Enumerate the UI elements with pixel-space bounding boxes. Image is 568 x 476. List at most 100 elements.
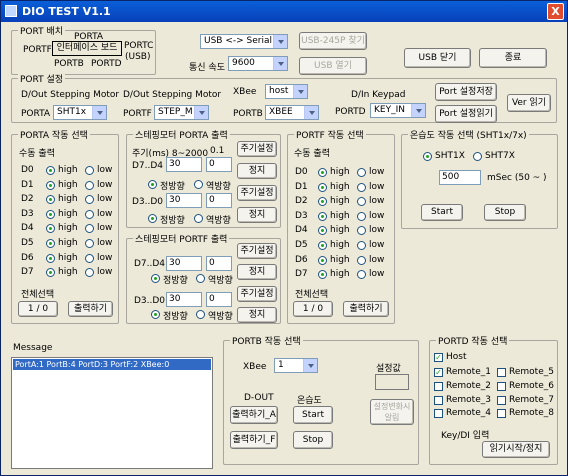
alert-on-change-button[interactable]: 설정변화시 알림 <box>370 399 414 425</box>
portf-output-button[interactable]: 출력하기 <box>343 301 389 317</box>
step-a-r2-stop-button[interactable]: 정지 <box>237 207 277 223</box>
message-list[interactable]: PortA:1 PortB:4 PortD:3 PortF:2 XBee:0 <box>11 357 213 469</box>
port-save-button[interactable]: Port 설정저장 <box>435 83 497 101</box>
portf-d4-high-radio[interactable] <box>318 226 327 235</box>
portf-d5-high-radio[interactable] <box>318 241 327 250</box>
porta-d0-low-radio[interactable] <box>85 166 94 175</box>
step-f-r1-period-input[interactable]: 30 <box>166 256 202 271</box>
step-a-r1-stop-button[interactable]: 정지 <box>237 163 277 179</box>
portb-dout-label: D-OUT <box>244 393 274 403</box>
portb-start-button[interactable]: Start <box>293 406 333 424</box>
comm-mode-select[interactable]: USB <-> Serial <box>200 34 288 49</box>
remote-7-checkbox[interactable] <box>497 396 506 405</box>
version-read-button[interactable]: Ver 읽기 <box>507 94 551 112</box>
porta-d4-high-radio[interactable] <box>46 224 55 233</box>
step-f-r2-reverse-radio[interactable] <box>196 310 205 319</box>
portf-d3-high-radio[interactable] <box>318 212 327 221</box>
temp-period-input[interactable]: 500 <box>439 170 481 185</box>
portf-d1-high-radio[interactable] <box>318 183 327 192</box>
port-read-button[interactable]: Port 설정읽기 <box>435 105 497 123</box>
porta-d6-high-radio[interactable] <box>46 254 55 263</box>
step-a-r2-forward-radio[interactable] <box>148 214 157 223</box>
portf-d6-low-radio[interactable] <box>357 256 366 265</box>
portf-d7-high-radio[interactable] <box>318 270 327 279</box>
step-f-r1-period-set-button[interactable]: 주기설정 <box>237 243 277 259</box>
porta-d7-high-radio[interactable] <box>46 268 55 277</box>
porta-d3-low-radio[interactable] <box>85 210 94 219</box>
portf-d1-low-radio[interactable] <box>357 183 366 192</box>
step-a-r1-step-input[interactable]: 0 <box>206 157 232 172</box>
porta-output-button[interactable]: 출력하기 <box>68 301 113 317</box>
portb-mode-select[interactable]: XBEE <box>265 105 319 120</box>
xbee-mode-select[interactable]: host <box>265 84 308 99</box>
step-f-r1-step-input[interactable]: 0 <box>206 256 232 271</box>
close-button[interactable]: X <box>547 3 564 20</box>
step-f-r1-stop-button[interactable]: 정지 <box>237 264 277 280</box>
remote-3-checkbox[interactable] <box>434 396 443 405</box>
close-usb-button[interactable]: USB 닫기 <box>404 48 471 68</box>
open-usb-button[interactable]: USB 열기 <box>299 57 367 75</box>
portf-d6-high-radio[interactable] <box>318 256 327 265</box>
porta-d0-high-radio[interactable] <box>46 166 55 175</box>
porta-select-all-button[interactable]: 1 / 0 <box>18 301 58 317</box>
host-checkbox[interactable]: ✓ <box>434 353 443 362</box>
porta-d1-high-radio[interactable] <box>46 181 55 190</box>
output-f-button[interactable]: 출력하기_F <box>230 431 278 449</box>
comm-speed-select[interactable]: 9600 <box>228 56 288 71</box>
porta-d5-high-radio[interactable] <box>46 239 55 248</box>
porta-d7-low-radio[interactable] <box>85 268 94 277</box>
remote-8-checkbox[interactable] <box>497 409 506 418</box>
step-f-r2-period-set-button[interactable]: 주기설정 <box>237 286 277 302</box>
output-a-button[interactable]: 출력하기_A <box>230 406 278 424</box>
porta-d5-low-radio[interactable] <box>85 239 94 248</box>
remote-4-checkbox[interactable] <box>434 409 443 418</box>
porta-d4-low-radio[interactable] <box>85 224 94 233</box>
portb-stop-button[interactable]: Stop <box>293 431 333 449</box>
find-usb-button[interactable]: USB-245P 찾기 <box>299 32 367 50</box>
step-a-r2-period-set-button[interactable]: 주기설정 <box>237 185 277 201</box>
portf-d3-low-radio[interactable] <box>357 212 366 221</box>
step-f-r2-stop-button[interactable]: 정지 <box>237 307 277 323</box>
step-f-r1-forward-radio[interactable] <box>151 274 160 283</box>
portf-d2-high-radio[interactable] <box>318 197 327 206</box>
step-a-r2-reverse-radio[interactable] <box>194 214 203 223</box>
remote-1-checkbox[interactable]: ✓ <box>434 368 443 377</box>
portf-select-all-button[interactable]: 1 / 0 <box>293 301 333 317</box>
step-f-r2-step-input[interactable]: 0 <box>206 292 232 307</box>
portf-d5-low-radio[interactable] <box>357 241 366 250</box>
porta-d2-high-radio[interactable] <box>46 195 55 204</box>
message-list-item[interactable]: PortA:1 PortB:4 PortD:3 PortF:2 XBee:0 <box>13 359 211 370</box>
step-a-r1-forward-radio[interactable] <box>148 180 157 189</box>
remote-2-checkbox[interactable] <box>434 382 443 391</box>
portf-d4-low-radio[interactable] <box>357 226 366 235</box>
portf-d0-high-radio[interactable] <box>318 168 327 177</box>
step-a-r1-reverse-radio[interactable] <box>194 180 203 189</box>
porta-d6-low-radio[interactable] <box>85 254 94 263</box>
porta-mode-select[interactable]: SHT1x <box>53 105 107 120</box>
remote-6-checkbox[interactable] <box>497 382 506 391</box>
step-a-r2-period-input[interactable]: 30 <box>166 193 202 208</box>
sht1x-radio[interactable] <box>423 152 432 161</box>
remote-5-checkbox[interactable] <box>497 368 506 377</box>
portd-mode-select[interactable]: KEY_IN <box>370 103 426 118</box>
portf-d0-low-radio[interactable] <box>357 168 366 177</box>
porta-d3-high-radio[interactable] <box>46 210 55 219</box>
portf-d7-low-radio[interactable] <box>357 270 366 279</box>
temp-start-button[interactable]: Start <box>421 204 463 221</box>
portf-mode-select[interactable]: STEP_M <box>154 105 209 120</box>
porta-d2-low-radio[interactable] <box>85 195 94 204</box>
portf-d2-low-radio[interactable] <box>357 197 366 206</box>
temp-stop-button[interactable]: Stop <box>484 204 526 221</box>
step-a-r1-period-input[interactable]: 30 <box>166 157 202 172</box>
step-f-r2-forward-radio[interactable] <box>151 310 160 319</box>
read-start-stop-button[interactable]: 읽기시작/정지 <box>482 441 550 458</box>
sht7x-radio[interactable] <box>473 152 482 161</box>
porta-d1-low-radio[interactable] <box>85 181 94 190</box>
portb-xbee-select[interactable]: 1 <box>274 358 318 373</box>
step-a-r1-period-set-button[interactable]: 주기설정 <box>237 141 277 157</box>
title-bar[interactable]: DIO TEST V1.1 X <box>1 1 567 22</box>
step-f-r2-period-input[interactable]: 30 <box>166 292 202 307</box>
step-a-r2-step-input[interactable]: 0 <box>206 193 232 208</box>
exit-button[interactable]: 종료 <box>479 48 547 68</box>
step-f-r1-reverse-radio[interactable] <box>196 274 205 283</box>
